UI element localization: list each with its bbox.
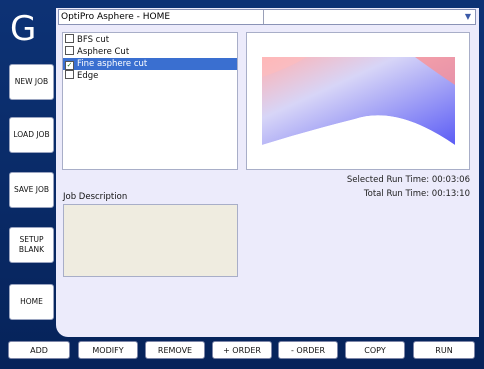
- operation-item-bfs-cut[interactable]: BFS cut: [63, 34, 237, 46]
- modify-button[interactable]: MODIFY: [78, 341, 138, 359]
- operation-item-fine-asphere-cut[interactable]: ✓ Fine asphere cut: [63, 58, 237, 70]
- copy-button[interactable]: COPY: [345, 341, 405, 359]
- setup-blank-label-line2: BLANK: [18, 245, 45, 254]
- job-description-field[interactable]: [63, 204, 238, 277]
- job-title-bar[interactable]: OptiPro Asphere - HOME ▼: [58, 9, 476, 25]
- operation-label: Edge: [77, 71, 99, 81]
- window-title: OptiPro Asphere - HOME: [61, 12, 171, 22]
- job-description-label: Job Description: [63, 192, 128, 202]
- checkbox[interactable]: [65, 46, 74, 55]
- operation-item-asphere-cut[interactable]: Asphere Cut: [63, 46, 237, 58]
- operation-label: BFS cut: [77, 35, 110, 45]
- toolpath-preview: [246, 32, 470, 170]
- checkbox[interactable]: [65, 34, 74, 43]
- operation-item-edge[interactable]: Edge: [63, 70, 237, 82]
- plus-order-button[interactable]: + ORDER: [212, 341, 272, 359]
- setup-blank-button[interactable]: SETUP BLANK: [9, 227, 54, 263]
- minus-order-button[interactable]: - ORDER: [278, 341, 338, 359]
- checkmark-icon[interactable]: ✓: [65, 61, 74, 70]
- total-run-time: Total Run Time: 00:13:10: [363, 189, 470, 199]
- operation-list[interactable]: BFS cut Asphere Cut ✓ Fine asphere cut Ed…: [62, 32, 238, 170]
- checkbox[interactable]: [65, 70, 74, 79]
- home-button[interactable]: HOME: [9, 284, 54, 320]
- app-window: G NEW JOB LOAD JOB SAVE JOB SETUP BLANK …: [0, 0, 484, 369]
- chevron-down-icon[interactable]: ▼: [463, 11, 473, 23]
- left-nav-panel: G NEW JOB LOAD JOB SAVE JOB SETUP BLANK …: [0, 0, 56, 339]
- selected-run-time: Selected Run Time: 00:03:06: [346, 175, 470, 185]
- add-button[interactable]: ADD: [8, 341, 70, 359]
- operation-label: Fine asphere cut: [77, 59, 148, 69]
- app-logo: G: [10, 9, 37, 49]
- load-job-button[interactable]: LOAD JOB: [9, 117, 54, 153]
- run-button[interactable]: RUN: [413, 341, 475, 359]
- lens-profile-graphic: [262, 57, 455, 152]
- save-job-button[interactable]: SAVE JOB: [9, 172, 54, 208]
- operation-label: Asphere Cut: [77, 47, 130, 57]
- new-job-button[interactable]: NEW JOB: [9, 64, 54, 100]
- remove-button[interactable]: REMOVE: [145, 341, 205, 359]
- setup-blank-label-line1: SETUP: [19, 235, 44, 244]
- title-divider: [263, 10, 264, 24]
